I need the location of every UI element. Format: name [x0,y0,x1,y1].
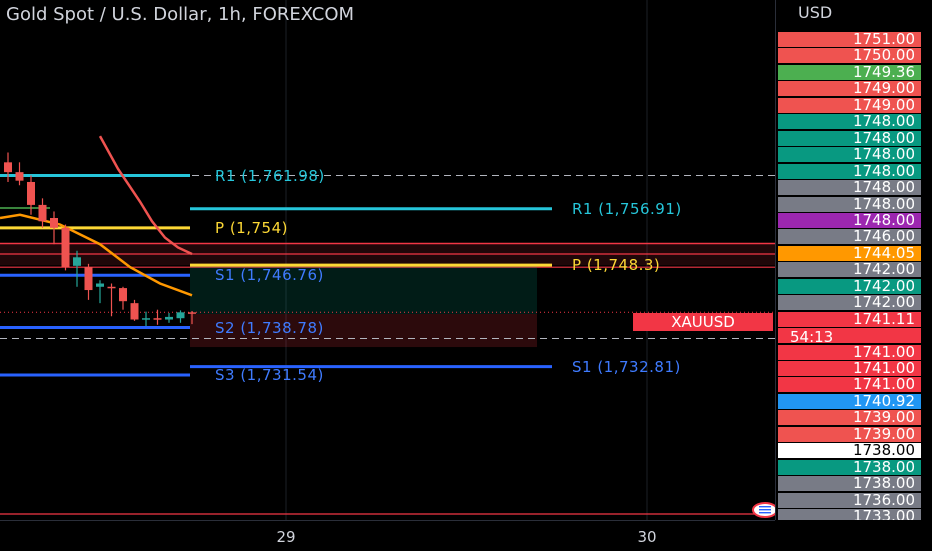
pivot-label-pivot: P (1,748.3) [572,256,661,275]
price-tag: 1739.00 [778,410,921,426]
us-flag-icon[interactable] [752,502,775,518]
pivot-label-support: S3 (1,731.54) [215,365,324,384]
candle-body [38,204,47,222]
time-axis[interactable]: 29 30 [0,520,775,551]
price-tag: 1748.00 [778,212,921,228]
price-tag: 1738.00 [778,476,921,492]
price-tag: 1748.00 [778,196,921,212]
price-tag: 1738.00 [778,443,921,459]
price-tag: 1740.92 [778,393,921,409]
symbol-tag: XAUUSD [633,313,773,331]
price-tag: 1748.00 [778,147,921,163]
chart-area[interactable]: R1 (1,761.98) R1 (1,756.91) P (1,754) P (1,… [0,0,775,520]
price-tag: 1736.00 [778,492,921,508]
pivot-label-support: S1 (1,732.81) [572,357,681,376]
candle-body [119,288,127,302]
price-tag: 1741.00 [778,344,921,360]
price-tag: 1742.00 [778,262,921,278]
price-tag: 1748.00 [778,114,921,130]
price-tag: 1739.00 [778,426,921,442]
price-tag: 1748.00 [778,130,921,146]
price-tag: 1748.00 [778,180,921,196]
candle-body [96,283,104,287]
candle-body [4,162,12,173]
price-tag: 1749.36 [778,64,921,80]
price-tag: 1733.00 [778,509,921,520]
price-tag: 1742.00 [778,295,921,311]
price-scale[interactable]: USD 1751.00 1750.00 1749.36 1749.00 1749.00 1… [775,0,932,520]
candle-body [165,316,173,320]
price-tag: 1742.00 [778,278,921,294]
candle-body [27,181,35,205]
pivot-label-pivot: P (1,754) [215,218,288,237]
price-tag: 1744.05 [778,245,921,261]
price-tag: 1738.00 [778,459,921,475]
candle-body [130,303,139,320]
candle-body [153,318,162,320]
candle-body [142,318,150,320]
fast-moving-average [98,135,193,256]
candle-body [107,286,116,289]
pivot-label-support: S2 (1,738.78) [215,318,324,337]
price-tag: 1741.11 [778,311,921,327]
price-tag: 1741.00 [778,377,921,393]
price-tag: 1750.00 [778,48,921,64]
price-tag: 1749.00 [778,97,921,113]
price-tag: 1746.00 [778,229,921,245]
pivot-label-resistance: R1 (1,756.91) [572,199,682,218]
price-tag: 1749.00 [778,81,921,97]
candle-body [84,267,93,291]
candle-body [15,172,24,181]
time-label: 30 [637,528,657,546]
chart-title: Gold Spot / U.S. Dollar, 1h, FOREXCOM [6,4,355,25]
bar-countdown: 54:13 [790,328,834,346]
price-tag: 1751.00 [778,32,921,47]
time-label: 29 [276,528,296,546]
currency-label: USD [798,3,833,22]
pivot-label-support: S1 (1,746.76) [215,266,324,285]
candle-body [188,312,196,314]
pivot-label-resistance: R1 (1,761.98) [215,166,325,185]
candle-body [73,257,81,266]
candle-body [61,227,70,268]
candle-body [50,218,58,228]
price-tag: 1741.00 [778,361,921,376]
price-tag: 1748.00 [778,163,921,179]
candle-body [176,312,185,319]
